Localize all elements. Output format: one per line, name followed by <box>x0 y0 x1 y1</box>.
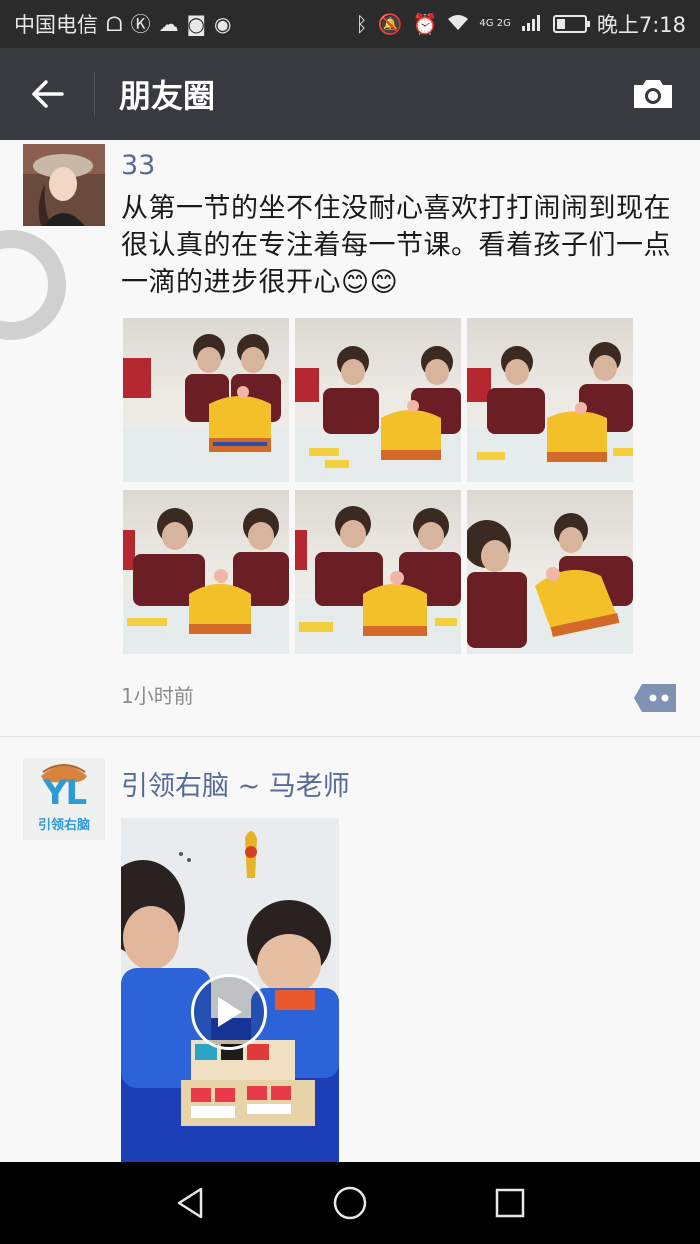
avatar-caption: 引领右脑 <box>37 818 90 833</box>
status-bar: 中国电信 ᗝ Ⓚ ☁ ◙ ◉ ᛒ 🔕 ⏰ 4G 2G 晚上7:18 <box>0 0 700 48</box>
avatar[interactable]: YL 引领右脑 <box>23 758 105 840</box>
play-icon <box>218 997 242 1027</box>
photo-thumbnail[interactable] <box>295 318 461 482</box>
moments-feed[interactable]: 33 从第一节的坐不住没耐心喜欢打打闹闹到现在很认真的在专注着每一节课。看着孩子… <box>0 140 700 1162</box>
author-name[interactable]: 33 <box>121 150 155 181</box>
photo-thumbnail[interactable] <box>123 490 289 654</box>
camera-icon <box>634 80 672 108</box>
notification-app-icon: ᗝ <box>106 12 123 36</box>
mute-icon: 🔕 <box>377 12 403 36</box>
back-button[interactable] <box>0 48 94 140</box>
status-right: ᛒ 🔕 ⏰ 4G 2G 晚上7:18 <box>356 9 686 39</box>
arrow-left-icon <box>32 80 64 108</box>
bluetooth-icon: ᛒ <box>355 12 368 36</box>
system-nav-bar <box>0 1162 700 1244</box>
battery-icon <box>552 15 590 33</box>
status-left: 中国电信 ᗝ Ⓚ ☁ ◙ ◉ <box>14 9 231 39</box>
q-app-icon: ◙ <box>186 12 207 36</box>
carrier-label: 中国电信 <box>14 13 98 37</box>
photo-thumbnail[interactable] <box>467 490 633 654</box>
photo-grid <box>123 318 635 654</box>
system-back-button[interactable] <box>160 1173 220 1233</box>
system-recents-button[interactable] <box>480 1173 540 1233</box>
camera-button[interactable] <box>606 48 700 140</box>
avatar-logo-text: YL <box>42 773 87 813</box>
wifi-icon <box>447 14 469 35</box>
video-thumbnail[interactable] <box>121 818 339 1162</box>
pull-refresh-indicator <box>0 230 66 340</box>
play-button[interactable] <box>191 974 267 1050</box>
signal-icon <box>521 14 543 35</box>
post-text: 从第一节的坐不住没耐心喜欢打打闹闹到现在很认真的在专注着每一节课。看着孩子们一点… <box>121 193 671 298</box>
header-bar: 朋友圈 <box>0 48 700 140</box>
post-timestamp: 1小时前 <box>121 684 194 708</box>
system-home-button[interactable] <box>320 1173 380 1233</box>
header-divider <box>94 72 95 116</box>
network-type-label: 4G 2G <box>479 18 511 29</box>
page-title: 朋友圈 <box>119 77 216 115</box>
home-circle-icon <box>333 1186 367 1220</box>
recents-square-icon <box>495 1188 525 1218</box>
moment-post: YL 引领右脑 引领右脑 ~ 马老师 <box>0 736 700 1162</box>
author-name[interactable]: 引领右脑 ~ 马老师 <box>121 764 350 803</box>
avatar[interactable] <box>23 144 105 226</box>
alarm-icon: ⏰ <box>412 12 438 36</box>
back-triangle-icon <box>177 1187 203 1219</box>
clock-label: 晚上7:18 <box>596 13 686 37</box>
weibo-icon: ◉ <box>214 12 232 36</box>
photo-thumbnail[interactable] <box>295 490 461 654</box>
moment-post: 33 从第一节的坐不住没耐心喜欢打打闹闹到现在很认真的在专注着每一节课。看着孩子… <box>0 140 700 736</box>
photo-thumbnail[interactable] <box>467 318 633 482</box>
k-app-icon: Ⓚ <box>130 12 151 36</box>
cloud-icon: ☁ <box>158 12 179 36</box>
photo-thumbnail[interactable] <box>123 318 289 482</box>
comment-more-icon[interactable] <box>634 682 678 714</box>
